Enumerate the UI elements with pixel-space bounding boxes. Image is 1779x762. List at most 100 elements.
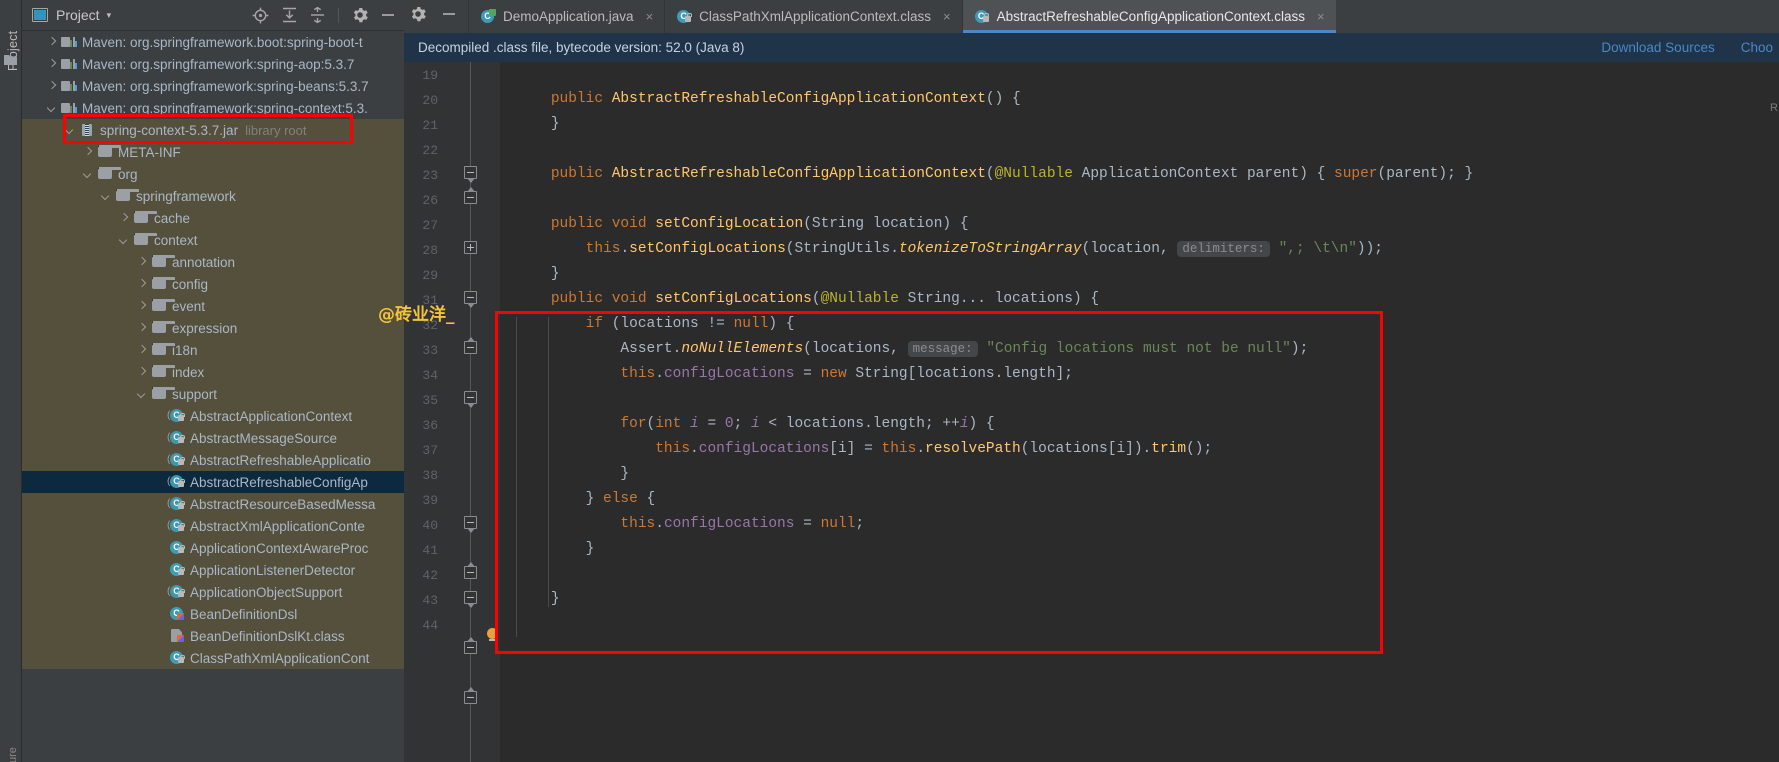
fold-marker-expand[interactable] xyxy=(464,241,477,254)
tree-node[interactable]: config xyxy=(22,273,404,295)
download-sources-link[interactable]: Download Sources xyxy=(1601,40,1714,55)
tree-node-label: index xyxy=(172,364,205,380)
chevron-down-icon[interactable] xyxy=(82,169,93,180)
fold-marker-end[interactable] xyxy=(464,337,477,354)
tree-node[interactable]: expression xyxy=(22,317,404,339)
chevron-right-icon[interactable] xyxy=(46,37,57,48)
chevron-right-icon[interactable] xyxy=(136,345,147,356)
code-line[interactable]: for(int i = 0; i < locations.length; ++i… xyxy=(516,412,994,437)
fold-marker-collapse[interactable] xyxy=(464,516,477,533)
chevron-right-icon[interactable] xyxy=(136,323,147,334)
chevron-down-icon[interactable] xyxy=(100,191,111,202)
locate-icon[interactable] xyxy=(252,7,269,24)
chevron-right-icon[interactable] xyxy=(136,257,147,268)
code-line[interactable]: if (locations != null) { xyxy=(516,312,795,337)
tree-node[interactable]: C ClassPathXmlApplicationCont xyxy=(22,647,404,669)
code-line[interactable]: public void setConfigLocation(String loc… xyxy=(516,212,969,237)
close-icon[interactable]: × xyxy=(1317,9,1325,24)
tree-node[interactable]: (C ApplicationObjectSupport xyxy=(22,581,404,603)
fold-marker-collapse[interactable] xyxy=(464,291,477,308)
tree-node[interactable]: annotation xyxy=(22,251,404,273)
intention-bulb-icon[interactable] xyxy=(486,628,500,642)
code-line[interactable]: Assert.noNullElements(locations, message… xyxy=(516,337,1308,362)
code-line[interactable]: this.configLocations = new String[locati… xyxy=(516,362,1073,387)
code-editor[interactable]: 19 20 21 22 23 26 27 28 29 31 32 33 34 35 36 37 38 39 40 41… xyxy=(404,62,1779,762)
tree-node[interactable]: event xyxy=(22,295,404,317)
chevron-down-icon[interactable] xyxy=(46,103,57,114)
chevron-right-icon[interactable] xyxy=(46,59,57,70)
tree-node[interactable]: (C AbstractXmlApplicationConte xyxy=(22,515,404,537)
tree-node[interactable]: C ApplicationListenerDetector xyxy=(22,559,404,581)
tool-button-structure[interactable]: ure xyxy=(7,709,19,762)
tree-node[interactable]: spring-context-5.3.7.jar library root xyxy=(22,119,404,141)
editor-tab[interactable]: C ClassPathXmlApplicationContext.class × xyxy=(664,0,961,33)
fold-marker-collapse[interactable] xyxy=(464,591,477,608)
tree-node[interactable]: support xyxy=(22,383,404,405)
fold-marker-collapse[interactable] xyxy=(464,166,477,183)
chevron-down-icon[interactable] xyxy=(64,125,75,136)
tree-node[interactable]: i18n xyxy=(22,339,404,361)
code-line[interactable]: } xyxy=(516,462,629,487)
code-line[interactable]: } else { xyxy=(516,487,656,512)
fold-marker-end[interactable] xyxy=(464,187,477,204)
close-icon[interactable]: × xyxy=(943,9,951,24)
choose-sources-link[interactable]: Choo xyxy=(1741,40,1773,55)
tree-node[interactable]: BeanDefinitionDslKt.class xyxy=(22,625,404,647)
code-line[interactable]: } xyxy=(516,262,560,287)
line-number: 35 xyxy=(422,393,438,408)
code-line[interactable]: public void setConfigLocations(@Nullable… xyxy=(516,287,1099,312)
tree-node[interactable]: index xyxy=(22,361,404,383)
tree-node-label: ApplicationListenerDetector xyxy=(190,562,356,578)
code-line[interactable]: } xyxy=(516,537,595,562)
chevron-right-icon[interactable] xyxy=(82,147,93,158)
tree-node[interactable]: (C AbstractMessageSource xyxy=(22,427,404,449)
collapse-all-icon[interactable] xyxy=(310,7,325,23)
tree-node[interactable]: C ApplicationContextAwareProc xyxy=(22,537,404,559)
chevron-down-icon[interactable] xyxy=(118,235,129,246)
chevron-down-icon[interactable] xyxy=(136,389,147,400)
code-line[interactable]: public AbstractRefreshableConfigApplicat… xyxy=(516,87,1021,112)
tree-node[interactable]: Maven: org.springframework.boot:spring-b… xyxy=(22,31,404,53)
tree-node[interactable]: org xyxy=(22,163,404,185)
tree-node[interactable]: springframework xyxy=(22,185,404,207)
tree-node[interactable]: Maven: org.springframework:spring-beans:… xyxy=(22,75,404,97)
tree-node[interactable]: META-INF xyxy=(22,141,404,163)
fold-marker-end[interactable] xyxy=(464,637,477,654)
code-line[interactable]: this.configLocations = null; xyxy=(516,512,864,537)
chevron-right-icon[interactable] xyxy=(136,367,147,378)
chevron-right-icon[interactable] xyxy=(136,279,147,290)
tree-node[interactable]: (C AbstractResourceBasedMessa xyxy=(22,493,404,515)
tree-node[interactable]: (C AbstractRefreshableApplicatio xyxy=(22,449,404,471)
code-content[interactable]: public AbstractRefreshableConfigApplicat… xyxy=(500,62,1779,762)
close-icon[interactable]: × xyxy=(646,9,654,24)
fold-marker-end[interactable] xyxy=(464,562,477,579)
code-line[interactable]: } xyxy=(516,112,560,137)
editor-gutter[interactable]: 19 20 21 22 23 26 27 28 29 31 32 33 34 35 36 37 38 39 40 41… xyxy=(404,62,500,762)
tree-node[interactable]: context xyxy=(22,229,404,251)
decompiled-notification-bar: Decompiled .class file, bytecode version… xyxy=(404,33,1779,62)
tree-node[interactable]: cache xyxy=(22,207,404,229)
code-line[interactable]: this.setConfigLocations(StringUtils.toke… xyxy=(516,237,1383,262)
chevron-right-icon[interactable] xyxy=(136,301,147,312)
fold-marker-collapse[interactable] xyxy=(464,391,477,408)
tree-node[interactable]: (C AbstractRefreshableConfigAp xyxy=(22,471,404,493)
tree-node[interactable]: (C AbstractApplicationContext xyxy=(22,405,404,427)
expand-all-icon[interactable] xyxy=(282,7,297,23)
gear-icon[interactable] xyxy=(410,6,426,27)
code-line[interactable]: public AbstractRefreshableConfigApplicat… xyxy=(516,162,1473,187)
editor-tab[interactable]: C AbstractRefreshableConfigApplicationCon… xyxy=(961,0,1336,33)
tree-node[interactable]: C BeanDefinitionDsl xyxy=(22,603,404,625)
project-tree[interactable]: Maven: org.springframework.boot:spring-b… xyxy=(22,31,404,762)
tree-node[interactable]: Maven: org.springframework:spring-contex… xyxy=(22,97,404,119)
chevron-right-icon[interactable] xyxy=(46,81,57,92)
hide-panel-icon[interactable] xyxy=(381,8,395,22)
minimize-icon[interactable] xyxy=(442,7,456,26)
chevron-down-icon[interactable]: ▾ xyxy=(107,10,112,20)
chevron-right-icon[interactable] xyxy=(118,213,129,224)
editor-tab[interactable]: C DemoApplication.java × xyxy=(468,0,664,33)
tree-node[interactable]: Maven: org.springframework:spring-aop:5.… xyxy=(22,53,404,75)
code-line[interactable]: this.configLocations[i] = this.resolvePa… xyxy=(516,437,1212,462)
code-line[interactable]: } xyxy=(516,587,560,612)
gear-icon[interactable] xyxy=(352,7,368,23)
fold-marker-end[interactable] xyxy=(464,687,477,704)
